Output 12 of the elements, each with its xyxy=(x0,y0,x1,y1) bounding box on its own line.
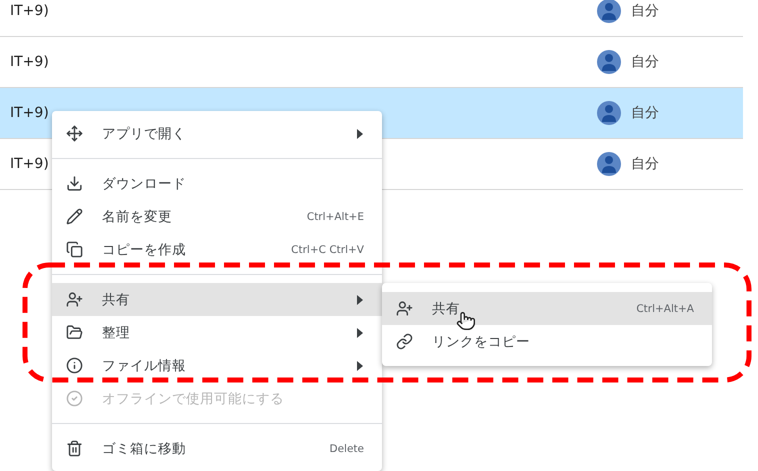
file-name: IT+9) xyxy=(9,156,50,172)
file-name: IT+9) xyxy=(9,54,50,70)
owner-name: 自分 xyxy=(631,2,659,20)
owner-name: 自分 xyxy=(631,53,659,71)
shortcut-text: Ctrl+Alt+E xyxy=(306,210,364,222)
shortcut-text: Delete xyxy=(330,442,364,454)
file-name: IT+9) xyxy=(9,3,50,19)
shortcut-text: Ctrl+C Ctrl+V xyxy=(291,244,364,256)
owner-name: 自分 xyxy=(631,155,659,173)
owner-name: 自分 xyxy=(631,104,659,122)
file-name: IT+9) xyxy=(9,105,50,121)
shortcut-text: Ctrl+Alt+A xyxy=(636,302,694,314)
